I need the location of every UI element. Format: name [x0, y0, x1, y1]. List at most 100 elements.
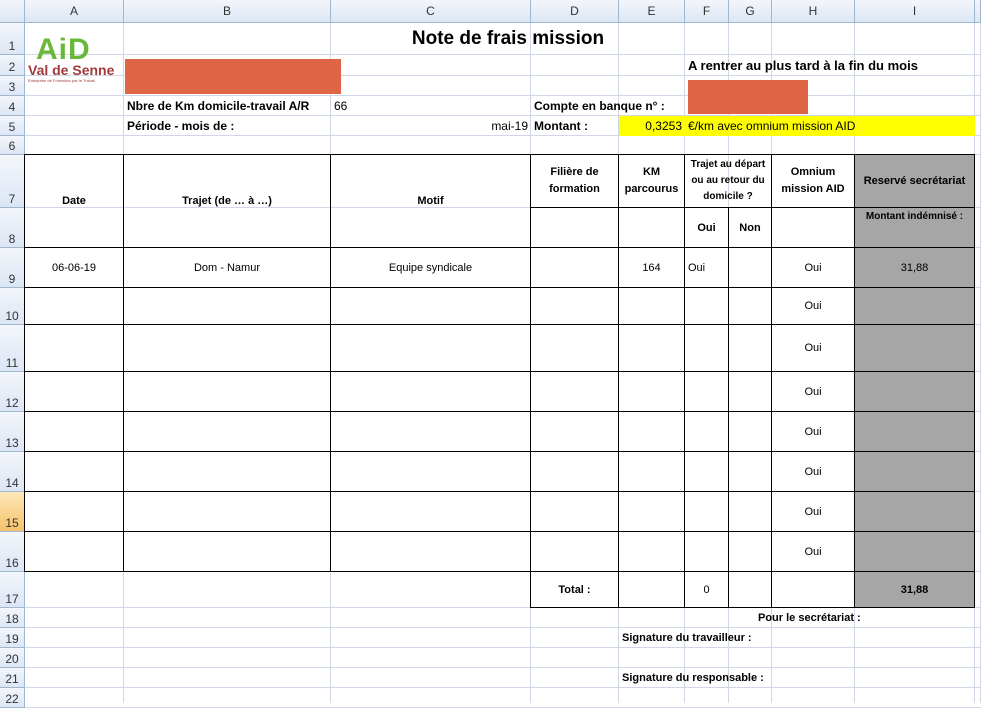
total-montant[interactable]: 31,88: [854, 571, 975, 608]
entry-trajet[interactable]: Dom - Namur: [123, 247, 331, 288]
entry-oui[interactable]: [684, 451, 729, 492]
entry-filiere[interactable]: [530, 451, 619, 492]
total-oui[interactable]: 0: [684, 571, 729, 608]
row-header-6[interactable]: 6: [0, 136, 25, 155]
entry-montant[interactable]: [854, 451, 975, 492]
row-header-9[interactable]: 9: [0, 248, 25, 288]
column-header-D[interactable]: D: [531, 0, 619, 23]
entry-km[interactable]: [618, 411, 685, 452]
entry-km[interactable]: [618, 531, 685, 572]
row-header-8[interactable]: 8: [0, 208, 25, 248]
entry-omnium[interactable]: Oui: [771, 287, 855, 325]
entry-motif[interactable]: [330, 531, 531, 572]
entry-non[interactable]: [728, 371, 772, 412]
entry-omnium[interactable]: Oui: [771, 247, 855, 288]
entry-oui[interactable]: [684, 491, 729, 532]
entry-montant[interactable]: [854, 411, 975, 452]
entry-non[interactable]: [728, 411, 772, 452]
entry-montant[interactable]: [854, 287, 975, 325]
entry-filiere[interactable]: [530, 324, 619, 372]
entry-motif[interactable]: Equipe syndicale: [330, 247, 531, 288]
entry-date[interactable]: [24, 287, 124, 325]
entry-oui[interactable]: [684, 531, 729, 572]
column-header-E[interactable]: E: [619, 0, 685, 23]
entry-date[interactable]: [24, 371, 124, 412]
entry-oui[interactable]: [684, 324, 729, 372]
column-header-J[interactable]: [975, 0, 981, 23]
entry-date[interactable]: [24, 411, 124, 452]
column-header-C[interactable]: C: [331, 0, 531, 23]
entry-non[interactable]: [728, 247, 772, 288]
row-header-2[interactable]: 2: [0, 55, 25, 76]
row-header-12[interactable]: 12: [0, 372, 25, 412]
column-header-F[interactable]: F: [685, 0, 729, 23]
entry-omnium[interactable]: Oui: [771, 371, 855, 412]
entry-filiere[interactable]: [530, 247, 619, 288]
entry-non[interactable]: [728, 531, 772, 572]
column-header-H[interactable]: H: [772, 0, 855, 23]
entry-km[interactable]: [618, 451, 685, 492]
column-header-G[interactable]: G: [729, 0, 772, 23]
entry-non[interactable]: [728, 287, 772, 325]
entry-non[interactable]: [728, 491, 772, 532]
entry-montant[interactable]: [854, 491, 975, 532]
row-header-5[interactable]: 5: [0, 116, 25, 136]
total-km[interactable]: [618, 571, 685, 608]
entry-date[interactable]: [24, 531, 124, 572]
entry-omnium[interactable]: Oui: [771, 411, 855, 452]
row-header-4[interactable]: 4: [0, 96, 25, 116]
row-header-11[interactable]: 11: [0, 325, 25, 372]
entry-omnium[interactable]: Oui: [771, 451, 855, 492]
entry-oui[interactable]: Oui: [684, 247, 729, 288]
entry-trajet[interactable]: [123, 531, 331, 572]
column-header-A[interactable]: A: [25, 0, 124, 23]
km-value[interactable]: 66: [331, 96, 531, 116]
row-header-7[interactable]: 7: [0, 155, 25, 208]
row-header-18[interactable]: 18: [0, 608, 25, 628]
row-header-16[interactable]: 16: [0, 532, 25, 572]
entry-trajet[interactable]: [123, 287, 331, 325]
entry-trajet[interactable]: [123, 324, 331, 372]
row-header-10[interactable]: 10: [0, 288, 25, 325]
row-header-21[interactable]: 21: [0, 668, 25, 688]
entry-date[interactable]: [24, 451, 124, 492]
entry-oui[interactable]: [684, 371, 729, 412]
row-header-15[interactable]: 15: [0, 492, 25, 532]
row-header-17[interactable]: 17: [0, 572, 25, 608]
row-header-1[interactable]: 1: [0, 23, 25, 55]
select-all-corner[interactable]: [0, 0, 25, 23]
total-non[interactable]: [728, 571, 772, 608]
entry-filiere[interactable]: [530, 371, 619, 412]
entry-date[interactable]: [24, 491, 124, 532]
entry-date[interactable]: 06-06-19: [24, 247, 124, 288]
entry-omnium[interactable]: Oui: [771, 324, 855, 372]
row-header-19[interactable]: 19: [0, 628, 25, 648]
row-header-13[interactable]: 13: [0, 412, 25, 452]
row-header-14[interactable]: 14: [0, 452, 25, 492]
entry-motif[interactable]: [330, 287, 531, 325]
entry-motif[interactable]: [330, 491, 531, 532]
entry-km[interactable]: [618, 371, 685, 412]
entry-omnium[interactable]: Oui: [771, 491, 855, 532]
entry-non[interactable]: [728, 324, 772, 372]
row-header-3[interactable]: 3: [0, 76, 25, 96]
entry-km[interactable]: 164: [618, 247, 685, 288]
row-header-20[interactable]: 20: [0, 648, 25, 668]
entry-montant[interactable]: [854, 324, 975, 372]
entry-filiere[interactable]: [530, 491, 619, 532]
total-omnium[interactable]: [771, 571, 855, 608]
period-value[interactable]: mai-19: [331, 116, 531, 136]
entry-non[interactable]: [728, 451, 772, 492]
entry-filiere[interactable]: [530, 531, 619, 572]
entry-motif[interactable]: [330, 324, 531, 372]
entry-montant[interactable]: 31,88: [854, 247, 975, 288]
entry-oui[interactable]: [684, 287, 729, 325]
column-header-B[interactable]: B: [124, 0, 331, 23]
entry-oui[interactable]: [684, 411, 729, 452]
rate-value[interactable]: 0,3253: [619, 116, 685, 136]
entry-montant[interactable]: [854, 371, 975, 412]
entry-trajet[interactable]: [123, 491, 331, 532]
entry-trajet[interactable]: [123, 411, 331, 452]
entry-km[interactable]: [618, 491, 685, 532]
entry-montant[interactable]: [854, 531, 975, 572]
